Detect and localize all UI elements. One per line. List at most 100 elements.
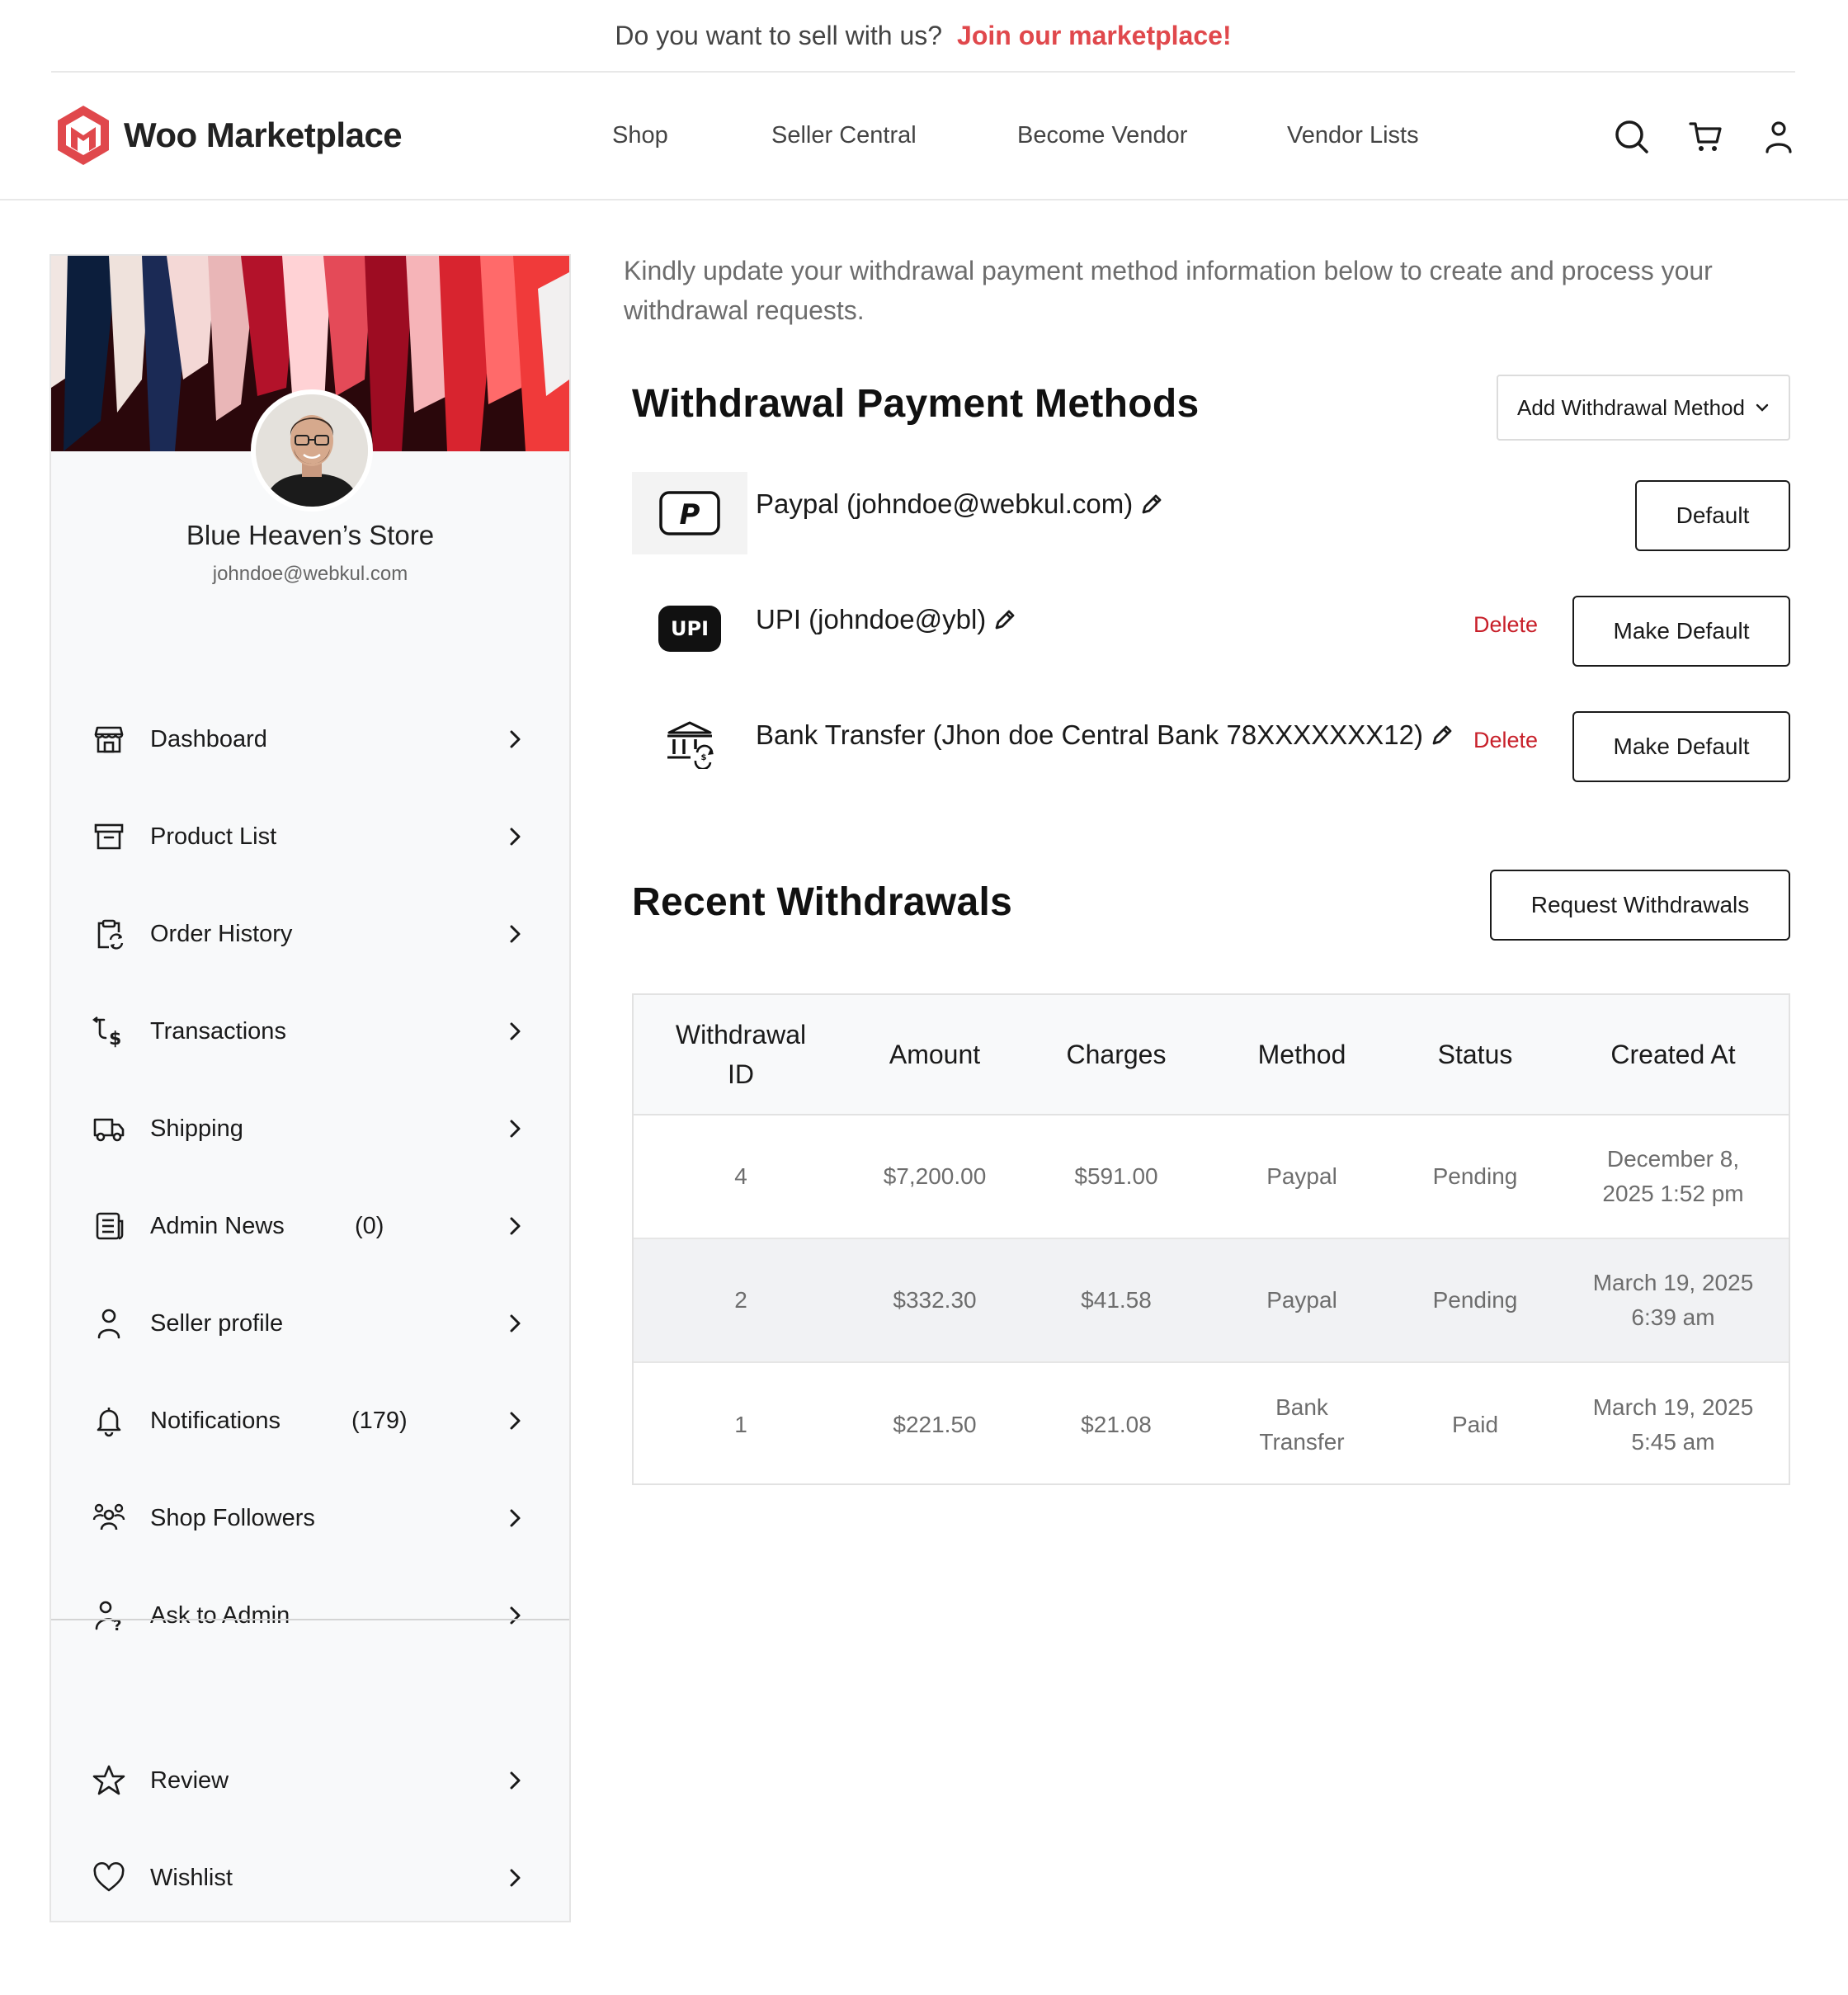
chevron-right-icon [510, 1120, 521, 1138]
nav-become-vendor[interactable]: Become Vendor [1017, 122, 1187, 149]
cell-charges: $41.58 [1081, 1287, 1152, 1313]
default-button[interactable]: Default [1635, 480, 1790, 551]
make-default-button[interactable]: Make Default [1572, 596, 1790, 667]
sidebar-item-dashboard[interactable]: Dashboard [51, 706, 569, 772]
store-email: johndoe@webkul.com [212, 563, 408, 585]
cell-method: Bank Transfer [1259, 1394, 1345, 1455]
cell-withdrawal-id: 2 [734, 1287, 747, 1313]
cell-amount: $7,200.00 [883, 1163, 987, 1189]
nav-vendor-lists[interactable]: Vendor Lists [1287, 122, 1419, 149]
logo-mark-icon [58, 106, 109, 165]
store-name: Blue Heaven’s Store [186, 520, 435, 550]
column-header-withdrawal-id: Withdrawal ID [675, 1020, 807, 1089]
sidebar-item-shop-followers[interactable]: Shop Followers [51, 1485, 569, 1551]
store-icon [94, 726, 124, 753]
column-header-method: Method [1257, 1040, 1346, 1069]
sidebar-item-label: Admin News [150, 1212, 285, 1239]
chevron-right-icon [510, 1217, 521, 1235]
chevron-right-icon [510, 1412, 521, 1430]
sidebar-item-label: Dashboard [150, 725, 267, 752]
sidebar-item-label: Shop Followers [150, 1504, 315, 1531]
bell-icon [97, 1408, 121, 1437]
search-icon[interactable] [1614, 119, 1650, 155]
payment-method-name: Paypal (johndoe@webkul.com) [756, 488, 1134, 519]
sidebar-item-wishlist[interactable]: Wishlist [51, 1845, 569, 1911]
cell-charges: $21.08 [1081, 1412, 1152, 1437]
payment-method-row: P Paypal (johndoe@webkul.com) Default [632, 472, 1790, 563]
brand-logo[interactable]: Woo Marketplace [54, 104, 403, 167]
request-withdrawals-button[interactable]: Request Withdrawals [1490, 870, 1790, 941]
sidebar-item-label: Transactions [150, 1017, 286, 1045]
sidebar-item-label: Wishlist [150, 1864, 233, 1891]
table-row: 2 $332.30 $41.58 Paypal Pending March 19… [634, 1239, 1789, 1363]
intro-text: Kindly update your withdrawal payment me… [624, 256, 1713, 325]
user-question-icon: ? [95, 1601, 121, 1632]
promo-text: Do you want to sell with us? [615, 20, 943, 50]
cell-method: Paypal [1266, 1163, 1337, 1189]
cell-method: Paypal [1266, 1287, 1337, 1313]
make-default-button[interactable]: Make Default [1572, 711, 1790, 782]
bank-logo: $ [632, 703, 747, 785]
cell-status: Pending [1432, 1287, 1518, 1313]
delete-bank-link[interactable]: Delete [1473, 728, 1538, 753]
chevron-right-icon [510, 1771, 521, 1790]
cell-created-at: March 19, 2025 5:45 am [1592, 1394, 1754, 1455]
sidebar-item-product-list[interactable]: Product List [51, 804, 569, 870]
transaction-icon: $ [92, 1016, 121, 1048]
chevron-right-icon [510, 730, 521, 748]
site-header: Woo Marketplace Shop Seller Central Beco… [0, 73, 1848, 200]
notifications-count: (179) [351, 1407, 408, 1434]
sidebar-item-order-history[interactable]: Order History [51, 901, 569, 967]
delete-upi-link[interactable]: Delete [1473, 612, 1538, 638]
sidebar-item-admin-news[interactable]: Admin News (0) [51, 1193, 569, 1259]
chevron-right-icon [510, 828, 521, 846]
cell-status: Paid [1451, 1412, 1499, 1437]
chevron-right-icon [510, 1606, 521, 1625]
column-header-amount: Amount [889, 1040, 981, 1069]
join-marketplace-link[interactable]: Join our marketplace! [957, 21, 1232, 51]
clipboard-refresh-icon [97, 919, 124, 950]
sidebar-item-ask-to-admin[interactable]: ? Ask to Admin [51, 1582, 569, 1648]
star-icon [92, 1765, 125, 1795]
svg-text:P: P [680, 498, 700, 531]
user-icon [97, 1309, 120, 1339]
news-icon [96, 1212, 124, 1240]
upi-icon: UPI [658, 606, 721, 652]
edit-pencil-icon[interactable] [1139, 492, 1164, 516]
sidebar-item-seller-profile[interactable]: Seller profile [51, 1290, 569, 1356]
chevron-right-icon [510, 1314, 521, 1332]
sidebar-item-label: Notifications [150, 1407, 280, 1434]
nav-seller-central[interactable]: Seller Central [771, 122, 917, 149]
cart-icon[interactable] [1688, 119, 1724, 155]
bank-method-text: Bank Transfer (Jhon doe Central Bank 78X… [756, 719, 1454, 751]
table-row: 1 $221.50 $21.08 Bank Transfer Paid Marc… [634, 1363, 1789, 1487]
edit-pencil-icon[interactable] [992, 607, 1017, 632]
chevron-right-icon [510, 1022, 521, 1040]
sidebar-item-review[interactable]: Review [51, 1747, 569, 1813]
sidebar-item-transactions[interactable]: $ Transactions [51, 998, 569, 1064]
cell-created-at: December 8, 2025 1:52 pm [1602, 1146, 1744, 1206]
brand-name: Woo Marketplace [124, 116, 403, 154]
sidebar-item-notifications[interactable]: Notifications (179) [51, 1388, 569, 1454]
svg-text:UPI: UPI [671, 617, 709, 640]
add-withdrawal-method-dropdown[interactable]: Add Withdrawal Method [1497, 375, 1790, 441]
promo-bar: Do you want to sell with us? Join our ma… [51, 0, 1795, 73]
recent-withdrawals-title: Recent Withdrawals [632, 880, 1013, 924]
upi-logo: UPI [632, 587, 747, 670]
table-header: Withdrawal ID Amount Charges Method Stat… [634, 995, 1789, 1115]
sidebar-item-label: Order History [150, 920, 293, 947]
account-icon[interactable] [1761, 119, 1797, 155]
edit-pencil-icon[interactable] [1430, 723, 1454, 748]
sidebar-item-label: Product List [150, 823, 277, 850]
sidebar-item-shipping[interactable]: Shipping [51, 1096, 569, 1162]
bank-icon: $ [667, 721, 714, 769]
chevron-right-icon [510, 1869, 521, 1887]
table-row: 4 $7,200.00 $591.00 Paypal Pending Decem… [634, 1115, 1789, 1239]
users-group-icon [92, 1503, 125, 1530]
cell-created-at: March 19, 2025 6:39 am [1592, 1270, 1754, 1330]
cell-withdrawal-id: 4 [734, 1163, 747, 1189]
nav-shop[interactable]: Shop [612, 122, 668, 149]
heart-icon [93, 1861, 125, 1892]
archive-icon [94, 823, 124, 850]
svg-text:$: $ [701, 753, 707, 762]
